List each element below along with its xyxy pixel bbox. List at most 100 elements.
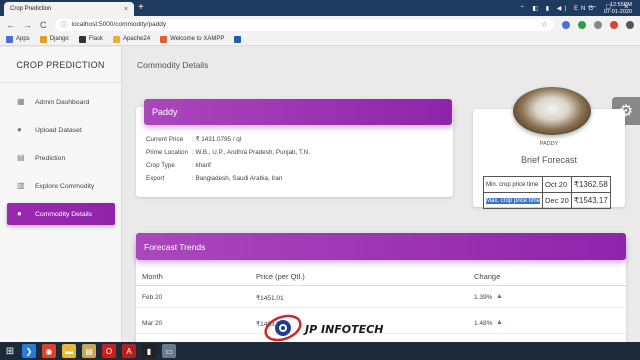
min-price-row: Min. crop price time Oct 20 ₹1362.58 [482,176,611,193]
max-price-value: ₹1543.17 [570,192,611,209]
trend-change: 1.39% [474,294,493,301]
trend-up-arrow-icon: ▲ [496,319,503,326]
forward-button[interactable]: → [23,20,32,30]
sidebar-item-upload-dataset[interactable]: ● Upload Dataset [7,119,115,141]
pdf-icon[interactable]: A [122,344,136,358]
person-icon: ● [17,125,22,134]
max-price-month: Dec 20 [542,192,572,209]
url-text[interactable]: localhost:5000/commodity/paddy [72,21,167,28]
reload-button[interactable]: C [40,20,47,30]
bookmark-icon [160,35,168,43]
bookmark-item[interactable]: Apps [6,35,30,43]
info-key: Export [146,175,165,182]
tab-title: Crop Prediction [10,6,52,12]
address-bar[interactable]: ⓘ localhost:5000/commodity/paddy ☆ [54,18,554,31]
back-button[interactable]: ← [6,20,15,30]
trend-month: Mar 20 [142,320,163,327]
max-price-label: Max. crop price time [486,197,541,204]
jp-infotech-logo-icon [264,314,302,342]
bookmarks-bar: Apps Django Flask Apache24 Welcome to XAMPP [0,33,640,46]
opera-icon[interactable]: O [102,344,116,358]
new-tab-button[interactable]: + [138,3,144,13]
taskbar-clock[interactable]: 12:55PM 07-01-2020 [604,2,632,16]
tab-crop-prediction[interactable]: Crop Prediction × [4,2,134,16]
clock-time: 12:55PM [609,2,632,8]
min-price-label: Min. crop price time [482,176,544,193]
clock-date: 07-01-2020 [603,9,632,15]
max-price-label-cell: Max. crop price time [482,192,544,209]
bookmark-item[interactable] [234,35,244,43]
sidebar-item-label: Explore Commodity [35,182,95,190]
image-caption: PADDY [539,141,559,147]
info-key: Prime Location [146,149,188,156]
bookmark-label: Welcome to XAMPP [170,36,225,42]
vscode-icon[interactable]: ❯ [22,344,36,358]
info-key: Current Price [146,136,184,143]
column-change: Change [474,272,501,281]
sidebar-item-admin-dashboard[interactable]: ▦ Admin Dashboard [7,91,115,113]
paddy-image [513,87,591,135]
explorer-icon[interactable]: ▬ [62,344,76,358]
watermark-text: JP INFOTECH [305,323,384,336]
bubbles-icon: ● [17,209,22,218]
window-icon[interactable]: ▭ [162,344,176,358]
trend-up-arrow-icon: ▲ [496,293,503,300]
profile-icon[interactable] [626,20,634,29]
dashboard-icon: ▦ [17,97,25,106]
forecast-trends-header: Forecast Trends [136,233,626,260]
min-price-month: Oct 20 [542,176,572,193]
bookmark-label: Apps [16,36,30,42]
info-value: : Bangladesh, Saudi Arabia, Iran [192,175,283,182]
forecast-trends-title: Forecast Trends [144,241,206,252]
sidebar-item-commodity-details[interactable]: ● Commodity Details [7,203,115,225]
sidebar-item-label: Upload Dataset [35,126,82,134]
commodity-card-header: Paddy [144,99,452,125]
brief-forecast-table: Min. crop price time Oct 20 ₹1362.58 Max… [482,176,611,209]
extension-icon[interactable] [578,20,586,29]
system-tray[interactable]: ⌃ ◧ ▮ ◀) ENG [520,5,596,12]
brief-forecast-title: Brief Forecast [520,155,578,165]
files-icon[interactable]: ▤ [82,344,96,358]
bookmark-label: Flask [88,36,104,42]
bookmark-item[interactable]: Django [39,35,69,43]
info-value: : ₹ 1431.0795 / ql [192,136,242,143]
sidebar-item-explore-commodity[interactable]: ▥ Explore Commodity [7,175,115,197]
commodity-info-row: Export : Bangladesh, Saudi Arabia, Iran [146,175,282,182]
terminal-icon[interactable]: ▮ [142,344,156,358]
sidebar: CROP PREDICTION ▦ Admin Dashboard ● Upload … [0,47,122,342]
trend-change: 1.48% [474,320,493,327]
column-price: Price (per Qtl.) [256,272,305,281]
bookmark-icon [234,35,242,43]
min-price-value: ₹1362.58 [570,176,611,193]
windows-taskbar: ⊞ ❯ ◉ ▬ ▤ O A ▮ ▭ [0,342,640,360]
bookmark-icon [6,35,13,43]
bookmark-label: Apache24 [123,36,151,42]
address-toolbar: ← → C ⓘ localhost:5000/commodity/paddy ☆ [0,16,640,33]
extension-icon[interactable] [610,20,618,29]
extension-icon[interactable] [562,20,570,29]
commodity-info-row: Crop Type: kharif [146,162,211,169]
tab-close-icon[interactable]: × [124,6,128,13]
commodity-info-row: Prime Location: W.B., U.P., Andhra Prade… [146,149,310,156]
brand-title: CROP PREDICTION [0,47,121,83]
bookmark-label: Django [49,36,69,42]
bookmark-item[interactable]: Flask [78,35,104,43]
star-icon[interactable]: ☆ [541,20,548,29]
trend-month: Feb 20 [142,294,163,301]
info-key: Crop Type [146,162,175,169]
bookmark-item[interactable]: Apache24 [113,35,151,43]
info-icon[interactable]: ⓘ [61,20,68,30]
sidebar-item-prediction[interactable]: ▤ Prediction [7,147,115,169]
bookmark-item[interactable]: Welcome to XAMPP [160,35,225,43]
library-icon: ▥ [17,181,25,190]
start-button[interactable]: ⊞ [4,344,16,358]
column-month: Month [142,272,163,281]
extension-icon[interactable] [594,20,602,29]
chrome-icon[interactable]: ◉ [42,344,56,358]
commodity-card: Paddy Current Price : ₹ 1431.0795 / ql Pri… [136,99,453,197]
trends-header-row: Month Price (per Qtl.) Change [136,266,626,286]
page-title: Commodity Details [137,60,209,70]
commodity-info-row: Current Price : ₹ 1431.0795 / ql [146,136,241,143]
document-icon: ▤ [17,153,25,162]
bookmark-icon [39,35,47,43]
